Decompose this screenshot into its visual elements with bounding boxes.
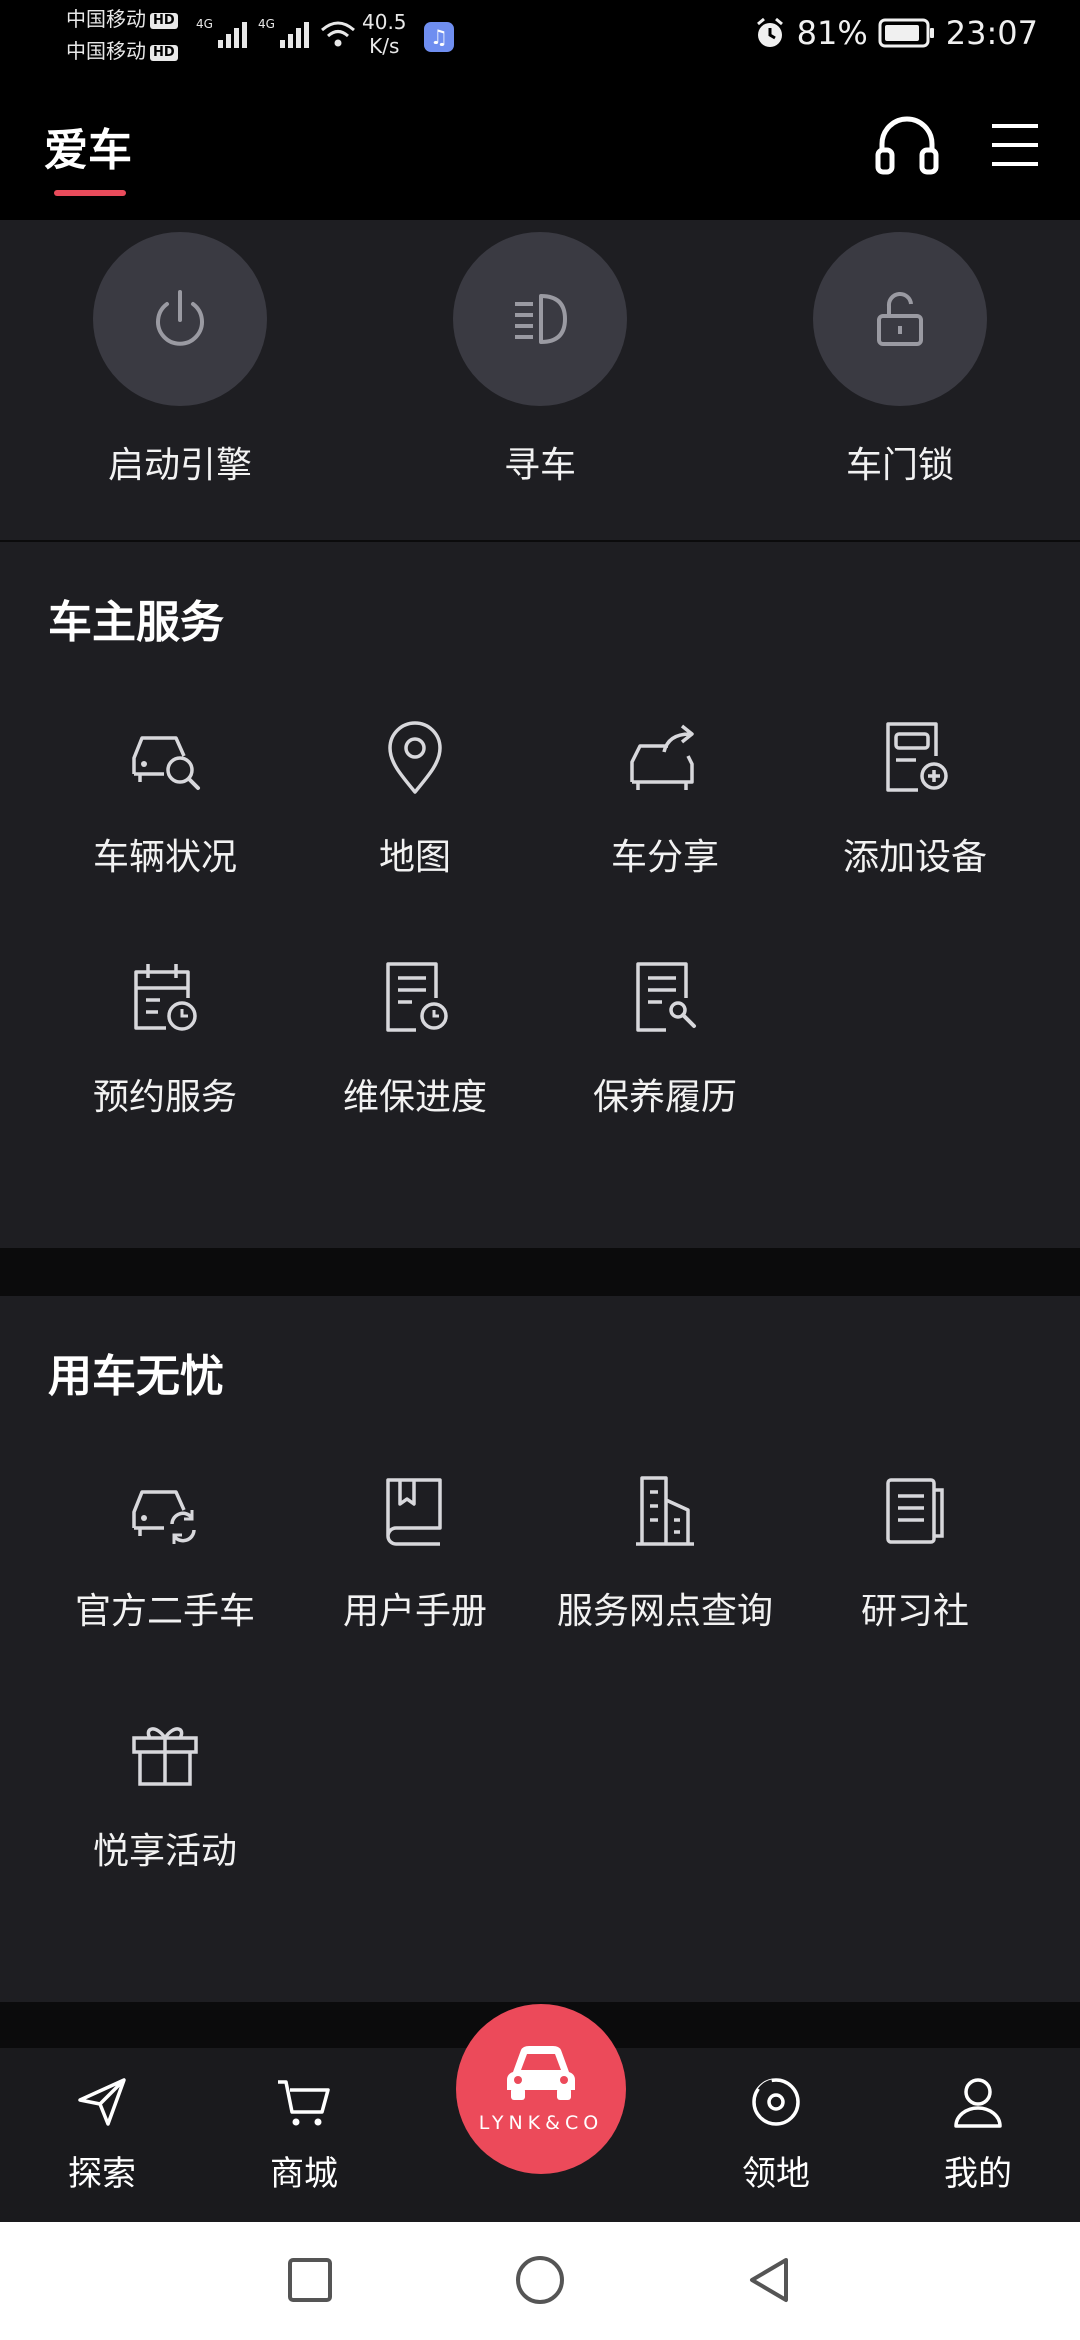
- service-used-cars[interactable]: 官方二手车: [40, 1466, 290, 1634]
- net-speed-value: 40.5: [362, 10, 407, 34]
- owner-services-section: 车主服务 车辆状况 地图 车分享 添加设备 预约服务 维保进度 保养履历: [0, 542, 1080, 1248]
- clock: 23:07: [945, 14, 1038, 52]
- service-label: 添加设备: [842, 837, 987, 878]
- book-icon: [386, 1478, 442, 1546]
- cart-icon: [278, 2080, 330, 2126]
- service-label: 保养履历: [592, 1077, 737, 1118]
- service-maintenance-history[interactable]: 保养履历: [540, 952, 790, 1120]
- power-icon: [156, 290, 204, 346]
- door-lock-circle[interactable]: [813, 232, 987, 406]
- wifi-icon: [321, 21, 355, 47]
- home-button[interactable]: [512, 2252, 568, 2308]
- carrier-1: 中国移动 HD: [66, 8, 178, 30]
- recents-button[interactable]: [282, 2252, 338, 2308]
- target-icon: [752, 2078, 800, 2126]
- signal-icon: 4G: [258, 17, 309, 48]
- nav-explore[interactable]: 探索: [22, 2072, 182, 2195]
- net-type-2: 4G: [258, 17, 275, 31]
- service-dealer-locator[interactable]: 服务网点查询: [540, 1466, 790, 1634]
- net-speed-unit: K/s: [369, 34, 400, 58]
- building-icon: [636, 1476, 694, 1546]
- car-search-icon: [132, 736, 200, 790]
- signal-icon: 4G: [196, 17, 247, 48]
- find-car-label: 寻车: [503, 445, 576, 486]
- find-car-button[interactable]: 寻车: [420, 232, 660, 488]
- carrier-2: 中国移动 HD: [66, 40, 178, 62]
- quick-actions: 启动引擎 寻车 车门锁: [0, 220, 1080, 540]
- calendar-clock-icon: [134, 964, 197, 1031]
- nav-label: 我的: [944, 2154, 1012, 2194]
- status-right: 81% 23:07: [753, 14, 1038, 52]
- music-icon: ♫: [424, 22, 454, 52]
- door-lock-button[interactable]: 车门锁: [780, 232, 1020, 488]
- notes-icon: [886, 1478, 944, 1544]
- car-share-icon: [630, 724, 694, 790]
- menu-icon[interactable]: [980, 110, 1050, 180]
- service-events[interactable]: 悦享活动: [40, 1706, 290, 1874]
- engine-start-button[interactable]: 启动引擎: [60, 232, 300, 488]
- service-label: 预约服务: [92, 1077, 237, 1118]
- owner-services-title: 车主服务: [48, 597, 224, 648]
- service-label: 官方二手车: [74, 1591, 255, 1632]
- carrier-2-name: 中国移动: [66, 39, 146, 63]
- car-refresh-icon: [132, 1490, 196, 1544]
- document-clock-icon: [386, 962, 448, 1032]
- door-lock-label: 车门锁: [845, 445, 954, 486]
- service-user-manual[interactable]: 用户手册: [290, 1466, 540, 1634]
- nav-territory[interactable]: 领地: [696, 2072, 856, 2195]
- document-wrench-icon: [636, 962, 696, 1032]
- net-speed: 40.5 K/s: [362, 10, 407, 58]
- service-book-appointment[interactable]: 预约服务: [40, 952, 290, 1120]
- add-device-icon: [886, 722, 948, 792]
- service-label: 研习社: [860, 1591, 969, 1632]
- system-nav-bar: [0, 2222, 1080, 2340]
- user-icon: [954, 2078, 1002, 2128]
- service-label: 用户手册: [342, 1591, 487, 1632]
- map-pin-icon: [388, 721, 442, 794]
- service-label: 服务网点查询: [556, 1591, 773, 1632]
- engine-start-circle[interactable]: [93, 232, 267, 406]
- send-icon: [78, 2078, 126, 2126]
- net-type-1: 4G: [196, 17, 213, 31]
- unlock-icon: [877, 291, 923, 346]
- service-label: 车分享: [610, 837, 719, 878]
- service-car-share[interactable]: 车分享: [540, 712, 790, 880]
- carrier-1-name: 中国移动: [66, 7, 146, 31]
- tab-my-car[interactable]: 爱车: [44, 114, 132, 178]
- service-label: 维保进度: [342, 1077, 487, 1118]
- nav-label: 商城: [270, 2154, 338, 2194]
- hd-badge: HD: [150, 45, 178, 61]
- brand-logo-text: LYNK&CO: [478, 2112, 604, 2134]
- service-label: 悦享活动: [92, 1831, 237, 1872]
- headset-icon[interactable]: [872, 110, 942, 180]
- battery-percent: 81%: [796, 14, 868, 52]
- tab-underline: [54, 190, 126, 196]
- service-label: 地图: [378, 837, 451, 878]
- status-bar: 中国移动 HD 中国移动 HD 4G 4G 40.5 K/s ♫ 81% 23:07: [0, 0, 1080, 80]
- lynk-center-button[interactable]: LYNK&CO: [456, 2004, 626, 2174]
- service-add-device[interactable]: 添加设备: [790, 712, 1040, 880]
- hd-badge: HD: [150, 13, 178, 29]
- service-study-club[interactable]: 研习社: [790, 1466, 1040, 1634]
- gift-icon: [132, 1727, 198, 1786]
- back-button[interactable]: [742, 2252, 798, 2308]
- service-maintenance-progress[interactable]: 维保进度: [290, 952, 540, 1120]
- nav-label: 探索: [68, 2154, 136, 2194]
- app-header: 爱车: [0, 80, 1080, 220]
- service-map[interactable]: 地图: [290, 712, 540, 880]
- find-car-circle[interactable]: [453, 232, 627, 406]
- carefree-title: 用车无忧: [48, 1351, 224, 1402]
- alarm-icon: [756, 17, 783, 47]
- headlight-icon: [515, 294, 567, 344]
- nav-label: 领地: [742, 2154, 810, 2194]
- battery-icon: [878, 18, 934, 48]
- carefree-section: 用车无忧 官方二手车 用户手册 服务网点查询 研习社 悦享活动: [0, 1296, 1080, 2002]
- engine-start-label: 启动引擎: [107, 445, 252, 486]
- nav-me[interactable]: 我的: [898, 2072, 1058, 2195]
- car-icon: [507, 2046, 575, 2100]
- nav-shop[interactable]: 商城: [224, 2072, 384, 2195]
- service-label: 车辆状况: [92, 837, 237, 878]
- service-vehicle-status[interactable]: 车辆状况: [40, 712, 290, 880]
